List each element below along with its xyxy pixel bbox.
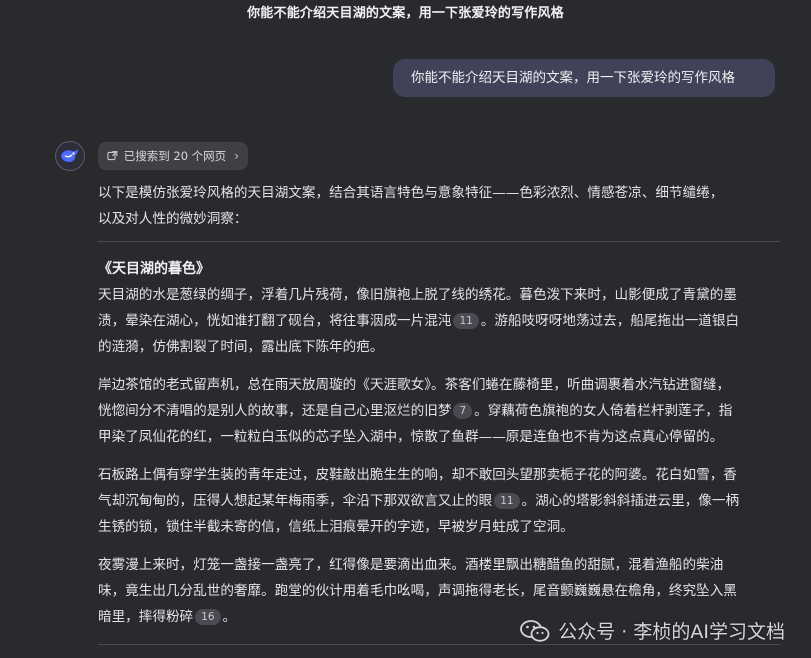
paragraph-line: 味，竟生出几分乱世的奢靡。跑堂的伙计用着毛巾吆喝，声调拖得老长，尾音颤巍巍悬在檐… bbox=[98, 578, 780, 604]
line-text: 。游船吱呀呀地荡过去，船尾拖出一道银白 bbox=[480, 313, 740, 329]
line-text: 。穿藕荷色旗袍的女人倚着栏杆剥莲子，指 bbox=[474, 403, 733, 419]
citation-badge[interactable]: 11 bbox=[494, 493, 520, 509]
paragraph-line: 岸边茶馆的老式留声机，总在雨天放周璇的《天涯歌女》。茶客们蜷在藤椅里，听曲调裹着… bbox=[98, 372, 780, 398]
answer-paragraph: 岸边茶馆的老式留声机，总在雨天放周璇的《天涯歌女》。茶客们蜷在藤椅里，听曲调裹着… bbox=[98, 372, 780, 450]
search-chip-label: 已搜索到 20 个网页 bbox=[123, 149, 227, 163]
line-text: 岸边茶馆的老式留声机，总在雨天放周璇的《天涯歌女》。茶客们蜷在藤椅里，听曲调裹着… bbox=[98, 377, 731, 393]
line-text: 味，竟生出几分乱世的奢靡。跑堂的伙计用着毛巾吆喝，声调拖得老长，尾音颤巍巍悬在檐… bbox=[98, 583, 737, 599]
line-text: 暗里，摔得粉碎 bbox=[98, 609, 194, 625]
intro-line: 以下是模仿张爱玲风格的天目湖文案，结合其语言特色与意象特征——色彩浓烈、情感苍凉… bbox=[98, 185, 724, 201]
wechat-icon bbox=[520, 619, 550, 642]
citation-badge[interactable]: 7 bbox=[453, 403, 473, 419]
assistant-answer: 以下是模仿张爱玲风格的天目湖文案，结合其语言特色与意象特征——色彩浓烈、情感苍凉… bbox=[98, 180, 780, 645]
watermark-text: 公众号 · 李桢的AI学习文档 bbox=[558, 621, 785, 643]
line-text: 天目湖的水是葱绿的绸子，浮着几片残荷，像旧旗袍上脱了线的绣花。暮色泼下来时，山影… bbox=[98, 287, 737, 303]
line-text: 石板路上偶有穿学生装的青年走过，皮鞋敲出脆生生的响，却不敢回头望那卖栀子花的阿婆… bbox=[98, 467, 737, 483]
poem-title: 《天目湖的暮色》 bbox=[98, 261, 210, 277]
citation-badge[interactable]: 16 bbox=[195, 609, 221, 625]
paragraph-line: 气却沉甸甸的，压得人想起某年梅雨季，伞沿下那双欲言又止的眼 11 。湖心的塔影斜斜插… bbox=[98, 488, 780, 514]
paragraph-line: 天目湖的水是葱绿的绸子，浮着几片残荷，像旧旗袍上脱了线的绣花。暮色泼下来时，山影… bbox=[98, 282, 780, 308]
answer-paragraph: 天目湖的水是葱绿的绸子，浮着几片残荷，像旧旗袍上脱了线的绣花。暮色泼下来时，山影… bbox=[98, 282, 780, 360]
web-search-results-chip[interactable]: 已搜索到 20 个网页 › bbox=[98, 142, 248, 170]
assistant-avatar bbox=[55, 141, 85, 171]
line-text: 恍惚间分不清唱的是别人的故事，还是自己心里沤烂的旧梦 bbox=[98, 403, 452, 419]
user-message-bubble: 你能不能介绍天目湖的文案，用一下张爱玲的写作风格 bbox=[393, 59, 775, 97]
line-text: 生锈的锁，锁住半截未寄的信，信纸上泪痕晕开的字迹，早被岁月蛀成了空洞。 bbox=[98, 519, 574, 535]
web-search-icon bbox=[107, 150, 118, 161]
answer-intro: 以下是模仿张爱玲风格的天目湖文案，结合其语言特色与意象特征——色彩浓烈、情感苍凉… bbox=[98, 180, 780, 232]
answer-paragraphs: 天目湖的水是葱绿的绸子，浮着几片残荷，像旧旗袍上脱了线的绣花。暮色泼下来时，山影… bbox=[98, 282, 780, 630]
line-text: 气却沉甸甸的，压得人想起某年梅雨季，伞沿下那双欲言又止的眼 bbox=[98, 493, 493, 509]
wechat-watermark: 公众号 · 李桢的AI学习文档 bbox=[520, 617, 785, 644]
line-text: 甲染了凤仙花的红，一粒粒白玉似的芯子坠入湖中，惊散了鱼群——原是连鱼也不肯为这点… bbox=[98, 429, 724, 445]
divider bbox=[98, 241, 780, 242]
paragraph-line: 的涟漪，仿佛割裂了时间，露出底下陈年的疤。 bbox=[98, 334, 780, 360]
paragraph-line: 夜雾漫上来时，灯笼一盏接一盏亮了，红得像是要滴出血来。酒楼里飘出糖醋鱼的甜腻，混… bbox=[98, 552, 780, 578]
citation-badge[interactable]: 11 bbox=[453, 313, 479, 329]
line-text: 。 bbox=[222, 609, 237, 625]
paragraph-line: 恍惚间分不清唱的是别人的故事，还是自己心里沤烂的旧梦 7 。穿藕荷色旗袍的女人倚着栏… bbox=[98, 398, 780, 424]
chevron-right-icon: › bbox=[234, 149, 239, 163]
line-text: 的涟漪，仿佛割裂了时间，露出底下陈年的疤。 bbox=[98, 339, 384, 355]
intro-line: 以及对人性的微妙洞察： bbox=[98, 211, 248, 227]
paragraph-line: 生锈的锁，锁住半截未寄的信，信纸上泪痕晕开的字迹，早被岁月蛀成了空洞。 bbox=[98, 514, 780, 540]
answer-paragraph: 石板路上偶有穿学生装的青年走过，皮鞋敲出脆生生的响，却不敢回头望那卖栀子花的阿婆… bbox=[98, 462, 780, 540]
paragraph-line: 渍，晕染在湖心，恍如谁打翻了砚台，将往事洇成一片混沌 11 。游船吱呀呀地荡过去，船… bbox=[98, 308, 780, 334]
conversation-title: 你能不能介绍天目湖的文案，用一下张爱玲的写作风格 bbox=[247, 6, 564, 21]
line-text: 夜雾漫上来时，灯笼一盏接一盏亮了，红得像是要滴出血来。酒楼里飘出糖醋鱼的甜腻，混… bbox=[98, 557, 724, 573]
paragraph-line: 石板路上偶有穿学生装的青年走过，皮鞋敲出脆生生的响，却不敢回头望那卖栀子花的阿婆… bbox=[98, 462, 780, 488]
chat-page: 你能不能介绍天目湖的文案，用一下张爱玲的写作风格 你能不能介绍天目湖的文案，用一… bbox=[0, 0, 811, 658]
line-text: 渍，晕染在湖心，恍如谁打翻了砚台，将往事洇成一片混沌 bbox=[98, 313, 452, 329]
divider bbox=[98, 644, 780, 645]
line-text: 。湖心的塔影斜斜插进云里，像一柄 bbox=[521, 493, 740, 509]
deepseek-whale-icon bbox=[61, 149, 78, 162]
paragraph-line: 甲染了凤仙花的红，一粒粒白玉似的芯子坠入湖中，惊散了鱼群——原是连鱼也不肯为这点… bbox=[98, 424, 780, 450]
